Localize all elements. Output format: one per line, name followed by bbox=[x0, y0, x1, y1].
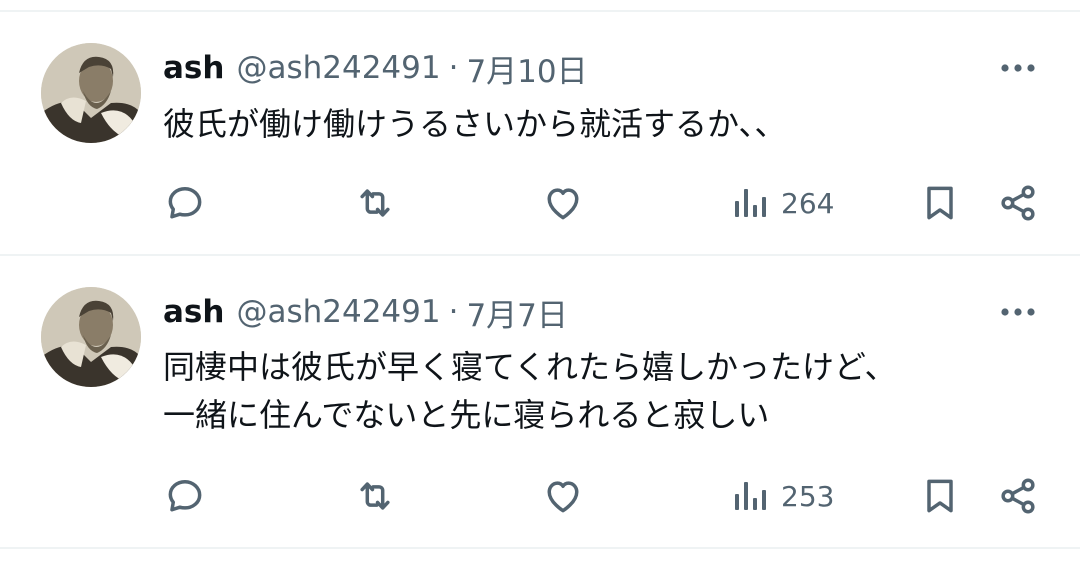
reply-button[interactable] bbox=[163, 474, 207, 518]
share-icon bbox=[1001, 478, 1035, 514]
repost-icon bbox=[360, 482, 390, 510]
post-text: 彼氏が働け働けうるさいから就活するか、、 bbox=[163, 100, 1043, 148]
more-icon bbox=[1001, 64, 1035, 72]
share-button[interactable] bbox=[996, 181, 1040, 225]
post-text-line: 同棲中は彼氏が早く寝てくれたら嬉しかったけど、 bbox=[163, 348, 897, 386]
separator-dot: · bbox=[448, 50, 459, 86]
views-icon bbox=[735, 189, 766, 217]
separator-dot: · bbox=[448, 294, 459, 330]
author-name[interactable]: ash bbox=[163, 50, 224, 86]
more-button[interactable] bbox=[996, 46, 1040, 90]
bookmark-icon bbox=[927, 186, 953, 220]
bookmark-icon bbox=[927, 479, 953, 513]
reply-icon bbox=[168, 479, 202, 512]
share-button[interactable] bbox=[996, 474, 1040, 518]
post-text-line: 一緒に住んでないと先に寝られると寂しい bbox=[163, 396, 770, 434]
like-icon bbox=[547, 481, 579, 513]
repost-icon bbox=[360, 189, 390, 217]
views-count: 264 bbox=[781, 186, 835, 220]
post-header: ash @ash242491 · 7月10日 bbox=[163, 46, 588, 90]
bookmark-button[interactable] bbox=[918, 474, 962, 518]
post-date[interactable]: 7月10日 bbox=[466, 46, 587, 91]
views-button[interactable]: 264 bbox=[733, 181, 834, 225]
post[interactable]: ash @ash242491 · 7月10日 彼氏が働け働けうるさいから就活する… bbox=[0, 12, 1080, 254]
reply-button[interactable] bbox=[163, 181, 207, 225]
post-header: ash @ash242491 · 7月7日 bbox=[163, 290, 568, 334]
post-date[interactable]: 7月7日 bbox=[466, 290, 567, 335]
share-icon bbox=[1001, 185, 1035, 221]
author-handle[interactable]: @ash242491 bbox=[236, 50, 440, 86]
post-text-line: 彼氏が働け働けうるさいから就活するか、、 bbox=[163, 105, 787, 143]
views-button[interactable]: 253 bbox=[733, 474, 834, 518]
author-handle[interactable]: @ash242491 bbox=[236, 294, 440, 330]
bottom-divider bbox=[0, 547, 1080, 549]
avatar-portrait-image bbox=[41, 287, 141, 387]
post-text: 同棲中は彼氏が早く寝てくれたら嬉しかったけど、 一緒に住んでないと先に寝られると… bbox=[163, 343, 1043, 439]
author-name[interactable]: ash bbox=[163, 294, 224, 330]
like-button[interactable] bbox=[541, 474, 585, 518]
avatar-portrait-image bbox=[41, 43, 141, 143]
avatar[interactable] bbox=[41, 43, 141, 143]
views-icon bbox=[735, 482, 766, 510]
post[interactable]: ash @ash242491 · 7月7日 同棲中は彼氏が早く寝てくれたら嬉しか… bbox=[0, 256, 1080, 546]
more-icon bbox=[1001, 308, 1035, 316]
reply-icon bbox=[168, 186, 202, 219]
repost-button[interactable] bbox=[353, 181, 397, 225]
more-button[interactable] bbox=[996, 290, 1040, 334]
repost-button[interactable] bbox=[353, 474, 397, 518]
views-count: 253 bbox=[781, 479, 835, 513]
like-button[interactable] bbox=[541, 181, 585, 225]
bookmark-button[interactable] bbox=[918, 181, 962, 225]
avatar[interactable] bbox=[41, 287, 141, 387]
like-icon bbox=[547, 188, 579, 220]
